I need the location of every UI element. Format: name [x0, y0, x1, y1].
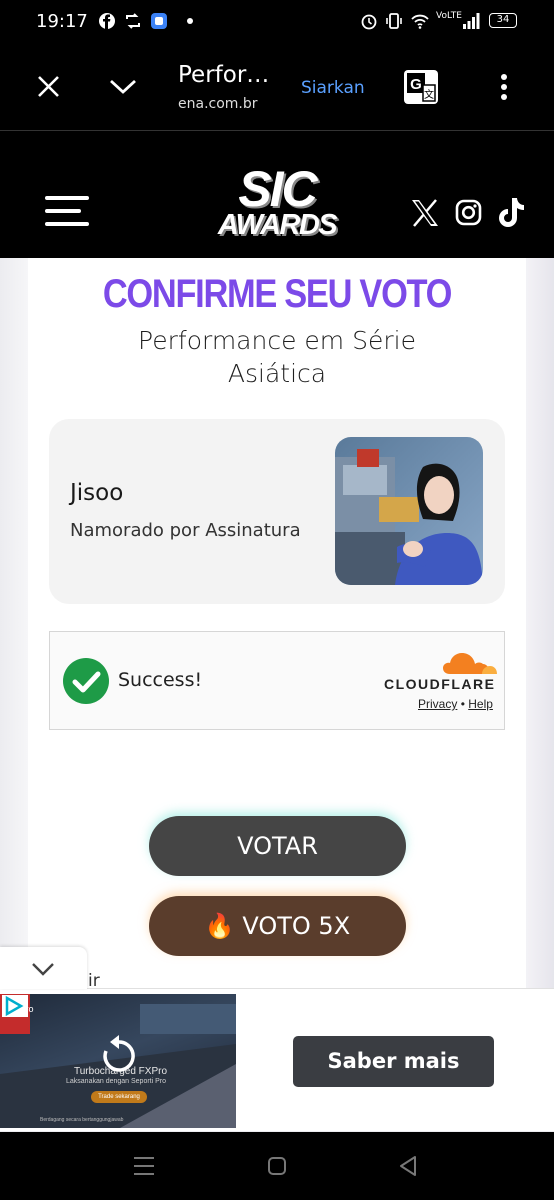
help-link[interactable]: Help	[468, 697, 493, 711]
facebook-icon	[99, 13, 115, 29]
close-icon[interactable]	[37, 75, 60, 98]
confirm-heading: CONFIRME SEU VOTO	[102, 272, 453, 316]
ad-small-button: Trade sekarang	[91, 1091, 147, 1103]
hamburger-menu-icon[interactable]	[45, 194, 91, 228]
nominee-photo	[335, 437, 483, 585]
cloudflare-cloud-icon	[443, 653, 497, 674]
svg-text:文: 文	[424, 88, 434, 101]
ad-disclaimer: Berdagang secara bertanggungjawab	[40, 1117, 124, 1123]
category-line2: Asiática	[227, 359, 327, 388]
retweet-icon	[126, 13, 140, 29]
volte-label: VoLTE	[436, 11, 462, 21]
vote-5x-button[interactable]: 🔥 VOTO 5X	[149, 896, 406, 956]
captcha-links: Privacy • Help	[418, 697, 493, 711]
status-bar: 19:17 VoLTE 34	[0, 0, 554, 42]
page-margin-left	[0, 258, 28, 998]
page-margin-right	[526, 258, 554, 998]
vote-button[interactable]: VOTAR	[149, 816, 406, 876]
vibrate-icon	[386, 13, 402, 29]
replay-icon[interactable]	[100, 1034, 138, 1074]
recent-apps-icon[interactable]	[133, 1156, 155, 1176]
logo-line2: AWARDS	[217, 209, 338, 241]
system-nav-bar	[0, 1132, 554, 1200]
notification-dot-icon	[187, 18, 193, 24]
more-options-icon[interactable]	[498, 72, 510, 102]
cast-button[interactable]: Siarkan	[301, 78, 365, 98]
battery-indicator: 34	[489, 13, 517, 28]
nominee-name: Jisoo	[70, 480, 124, 506]
chevron-down-icon[interactable]	[108, 76, 138, 96]
logo-line1: SIC	[238, 161, 317, 217]
x-twitter-icon[interactable]	[410, 199, 440, 227]
signal-icon	[463, 13, 480, 29]
page-url: ena.com.br	[178, 96, 258, 112]
browser-toolbar: Perfor… ena.com.br Siarkan G 文	[0, 42, 554, 130]
category-line1: Performance em Série	[138, 326, 416, 355]
link-separator: •	[460, 697, 465, 711]
adchoices-icon[interactable]	[2, 995, 28, 1017]
svg-text:G: G	[410, 76, 422, 93]
wifi-icon	[411, 14, 429, 29]
ad-cta-button[interactable]: Saber mais	[293, 1036, 494, 1087]
instagram-icon[interactable]	[455, 199, 482, 226]
cloudflare-wordmark: CLOUDFLARE	[384, 676, 496, 692]
ad-image[interactable]: FXPro Turbocharged FXPro Laksanakan deng…	[0, 994, 236, 1128]
ad-collapse-tab[interactable]	[0, 947, 87, 989]
translate-icon[interactable]: G 文	[403, 69, 439, 105]
page-title: Perfor…	[178, 62, 270, 88]
privacy-link[interactable]: Privacy	[418, 697, 457, 711]
ad-subline: Laksanakan dengan Seporti Pro	[66, 1078, 167, 1085]
back-icon[interactable]	[398, 1155, 418, 1177]
app-icon	[151, 13, 167, 29]
tiktok-icon[interactable]	[497, 197, 525, 228]
chevron-down-icon	[32, 963, 54, 976]
site-header: SIC AWARDS	[0, 131, 554, 258]
home-icon[interactable]	[267, 1156, 287, 1176]
alarm-icon	[361, 14, 377, 30]
category-title: Performance em Série Asiática	[28, 324, 526, 390]
nominee-work: Namorado por Assinatura	[70, 520, 301, 541]
sic-awards-logo[interactable]: SIC AWARDS	[212, 163, 342, 253]
success-check-icon	[63, 658, 109, 704]
captcha-status: Success!	[118, 669, 203, 691]
clock: 19:17	[36, 11, 88, 32]
